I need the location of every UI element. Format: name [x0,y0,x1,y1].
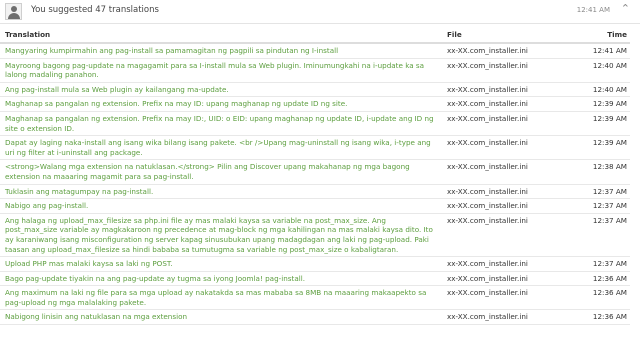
column-header-time: Time [555,26,630,44]
file-cell: xx-XX.com_installer.ini [442,256,555,272]
translation-cell[interactable]: Nabigo ang pag-install. [0,198,442,214]
translation-cell[interactable]: Tuklasin ang matagumpay na pag-install. [0,184,442,200]
translation-cell[interactable]: Bago pag-update tiyakin na ang pag-updat… [0,271,442,287]
translation-cell[interactable]: Mayroong bagong pag-update na magagamit … [0,58,442,83]
file-cell: xx-XX.com_installer.ini [442,82,555,98]
table-row: Mangyaring kumpirmahin ang pag-install s… [0,43,630,59]
table-row: Nabigo ang pag-install. xx-XX.com_install… [0,198,630,214]
file-cell: xx-XX.com_installer.ini [442,285,555,311]
translation-cell[interactable]: Ang maximum na laki ng file para sa mga … [0,285,442,311]
time-cell: 12:39 AM [555,111,630,137]
file-cell: xx-XX.com_installer.ini [442,111,555,137]
table-header-row: Translation File Time [0,26,630,44]
time-cell: 12:36 AM [555,285,630,311]
time-cell: 12:41 AM [555,43,630,59]
time-cell: 12:37 AM [555,256,630,272]
translation-cell[interactable]: Dapat ay laging naka-install ang isang w… [0,135,442,161]
file-cell: xx-XX.com_installer.ini [442,213,555,258]
table-row: Nabigong linisin ang natuklasan na mga e… [0,309,630,326]
table-row: Tuklasin ang matagumpay na pag-install. x… [0,184,630,200]
table-row: Ang pag-install mula sa Web plugin ay ka… [0,82,630,98]
translation-cell[interactable]: Nabigong linisin ang natuklasan na mga e… [0,309,442,326]
time-cell: 12:37 AM [555,213,630,258]
file-cell: xx-XX.com_installer.ini [442,184,555,200]
table-row: <strong>Walang mga extension na natuklas… [0,159,630,185]
time-cell: 12:37 AM [555,198,630,214]
column-header-translation: Translation [0,26,442,44]
time-cell: 12:39 AM [555,135,630,161]
time-cell: 12:36 AM [555,271,630,287]
translation-cell[interactable]: Mangyaring kumpirmahin ang pag-install s… [0,43,442,59]
activity-time: 12:41 AM [576,6,610,14]
table-row: Maghanap sa pangalan ng extension. Prefi… [0,111,630,137]
file-cell: xx-XX.com_installer.ini [442,159,555,185]
time-cell: 12:38 AM [555,159,630,185]
translation-cell[interactable]: Ang halaga ng upload_max_filesize sa php… [0,213,442,258]
table-row: Upload PHP mas malaki kaysa sa laki ng P… [0,256,630,272]
translation-cell[interactable]: Maghanap sa pangalan ng extension. Prefi… [0,96,442,112]
translation-cell[interactable]: Maghanap sa pangalan ng extension. Prefi… [0,111,442,137]
time-cell: 12:40 AM [555,58,630,83]
file-cell: xx-XX.com_installer.ini [442,43,555,59]
file-cell: xx-XX.com_installer.ini [442,271,555,287]
time-cell: 12:40 AM [555,82,630,98]
table-row: Bago pag-update tiyakin na ang pag-updat… [0,271,630,287]
file-cell: xx-XX.com_installer.ini [442,309,555,326]
file-cell: xx-XX.com_installer.ini [442,198,555,214]
translation-cell[interactable]: <strong>Walang mga extension na natuklas… [0,159,442,185]
file-cell: xx-XX.com_installer.ini [442,135,555,161]
table-row: Mayroong bagong pag-update na magagamit … [0,58,630,83]
translations-table: Translation File Time Mangyaring kumpirm… [0,26,630,326]
time-cell: 12:39 AM [555,96,630,112]
activity-summary: You suggested 47 translations [31,5,159,15]
column-header-file: File [442,26,555,44]
file-cell: xx-XX.com_installer.ini [442,58,555,83]
file-cell: xx-XX.com_installer.ini [442,96,555,112]
chevron-up-icon[interactable]: ⌃ [621,2,630,15]
table-row: Dapat ay laging naka-install ang isang w… [0,135,630,161]
translation-cell[interactable]: Ang pag-install mula sa Web plugin ay ka… [0,82,442,98]
table-row: Maghanap sa pangalan ng extension. Prefi… [0,96,630,112]
time-cell: 12:37 AM [555,184,630,200]
translation-cell[interactable]: Upload PHP mas malaki kaysa sa laki ng P… [0,256,442,272]
table-row: Ang halaga ng upload_max_filesize sa php… [0,213,630,258]
table-row: Ang maximum na laki ng file para sa mga … [0,285,630,311]
time-cell: 12:36 AM [555,309,630,326]
activity-header: You suggested 47 translations 12:41 AM ⌃ [0,0,640,24]
avatar [5,3,22,20]
